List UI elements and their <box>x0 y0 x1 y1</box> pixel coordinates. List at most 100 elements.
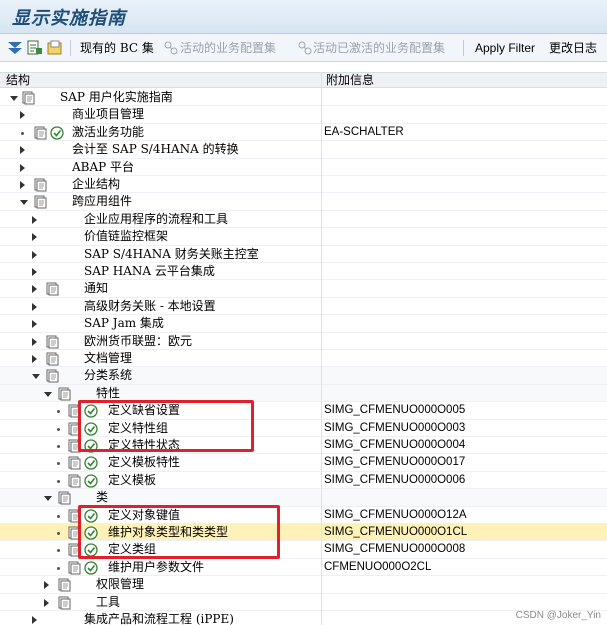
document-icon[interactable] <box>34 195 47 209</box>
tree-row[interactable]: 定义模板特性 SIMG_CFMENUO000O017 <box>0 454 607 472</box>
tree-node-label[interactable]: 跨应用组件 <box>72 194 132 209</box>
expand-node-icon[interactable] <box>32 215 37 224</box>
expand-node-icon[interactable] <box>32 268 37 276</box>
document-icon[interactable] <box>68 561 81 575</box>
tree-row[interactable]: 会计至 SAP S/4HANA 的转换 <box>0 141 607 159</box>
tree-node-label[interactable]: 工具 <box>96 595 120 610</box>
collapse-node-icon[interactable] <box>20 200 28 206</box>
expand-node-icon[interactable] <box>32 616 37 624</box>
document-icon[interactable] <box>68 456 81 470</box>
tree-node-label[interactable]: 特性 <box>96 386 120 401</box>
tree-node-label[interactable]: SAP S/4HANA 财务关账主控室 <box>84 247 259 262</box>
tree-row[interactable]: 企业结构 <box>0 176 607 194</box>
tree-row[interactable]: 高级财务关账 - 本地设置 <box>0 298 607 316</box>
document-icon[interactable] <box>58 491 71 505</box>
tree-row[interactable]: 跨应用组件 <box>0 193 607 211</box>
tree-node-label[interactable]: SAP 用户化实施指南 <box>60 90 173 105</box>
leaf-bullet-icon <box>57 549 60 553</box>
tree-row[interactable]: 工具 <box>0 594 607 611</box>
tree-row[interactable]: 类 <box>0 489 607 507</box>
tree-node-label[interactable]: 集成产品和流程工程 (iPPE) <box>84 612 234 625</box>
expand-node-icon[interactable] <box>20 163 25 172</box>
document-icon[interactable] <box>46 369 59 383</box>
tree-row[interactable]: SAP 用户化实施指南 <box>0 89 607 107</box>
tree-node-label[interactable]: 企业应用程序的流程和工具 <box>84 212 228 227</box>
tree-row[interactable]: 商业项目管理 <box>0 106 607 124</box>
tree-row[interactable]: ABAP 平台 <box>0 159 607 176</box>
tree-find-icon[interactable] <box>26 39 44 57</box>
collapse-node-icon[interactable] <box>10 96 18 101</box>
execute-clock-icon[interactable] <box>50 126 64 140</box>
tree-node-label[interactable]: 定义模板 <box>108 473 156 488</box>
tree-row[interactable]: 欧洲货币联盟：欧元 <box>0 333 607 350</box>
execute-clock-icon[interactable] <box>84 561 98 575</box>
collapse-node-icon[interactable] <box>44 496 52 502</box>
tree-node-label[interactable]: 文档管理 <box>84 351 132 366</box>
collapse-node-icon[interactable] <box>44 391 52 397</box>
document-icon[interactable] <box>34 178 47 192</box>
tree-node-label[interactable]: 通知 <box>84 281 108 296</box>
document-icon[interactable] <box>58 387 71 401</box>
execute-clock-icon[interactable] <box>84 456 98 471</box>
change-log-button[interactable]: 更改日志 <box>549 38 597 58</box>
tree-node-label[interactable]: 欧洲货币联盟：欧元 <box>84 334 192 349</box>
expand-node-icon[interactable] <box>32 250 37 259</box>
tree-node-label[interactable]: 类 <box>96 490 108 505</box>
document-icon[interactable] <box>68 474 81 488</box>
tree-row[interactable]: 通知 <box>0 280 607 298</box>
expand-node-icon[interactable] <box>20 146 25 155</box>
tree-node-label[interactable]: ABAP 平台 <box>72 160 134 175</box>
expand-node-icon[interactable] <box>20 181 25 189</box>
document-icon[interactable] <box>46 335 59 349</box>
active-bc-set-button[interactable]: 活动的业务配置集 <box>180 38 276 58</box>
tree-node-label[interactable]: 商业项目管理 <box>72 107 144 122</box>
folder-note-icon[interactable] <box>46 39 64 57</box>
tree-row[interactable]: 分类系统 <box>0 367 607 385</box>
additional-info-column-header[interactable]: 附加信息 <box>326 73 374 88</box>
activated-bc-set-button[interactable]: 活动已激活的业务配置集 <box>313 38 445 58</box>
expand-node-icon[interactable] <box>32 302 37 311</box>
document-icon[interactable] <box>46 282 59 296</box>
tree-node-label[interactable]: 定义模板特性 <box>108 455 180 470</box>
expand-node-icon[interactable] <box>44 581 49 590</box>
document-icon[interactable] <box>22 91 35 105</box>
apply-filter-button[interactable]: Apply Filter <box>475 38 535 58</box>
document-icon[interactable] <box>34 126 47 140</box>
tree-node-label[interactable]: 分类系统 <box>84 368 132 383</box>
tree-node-label[interactable]: SAP Jam 集成 <box>84 316 164 331</box>
tree-node-label[interactable]: 企业结构 <box>72 177 120 192</box>
tree-node-label[interactable]: 会计至 SAP S/4HANA 的转换 <box>72 142 239 157</box>
tree-node-label[interactable]: 高级财务关账 - 本地设置 <box>84 299 216 314</box>
tree-node-label[interactable]: 维护用户参数文件 <box>108 560 204 575</box>
tree-node-label[interactable]: 价值链监控框架 <box>84 229 168 244</box>
tree-row[interactable]: SAP S/4HANA 财务关账主控室 <box>0 246 607 263</box>
tree-row[interactable]: SAP Jam 集成 <box>0 315 607 333</box>
tree-row[interactable]: 维护用户参数文件 CFMENUO000O2CL <box>0 559 607 577</box>
expand-node-icon[interactable] <box>20 111 25 120</box>
expand-node-icon[interactable] <box>44 598 49 607</box>
document-icon[interactable] <box>46 352 59 366</box>
tree-row[interactable]: 定义模板 SIMG_CFMENUO000O006 <box>0 472 607 490</box>
execute-clock-icon[interactable] <box>84 474 98 488</box>
collapse-node-icon[interactable] <box>32 374 40 380</box>
tree-row[interactable]: 文档管理 <box>0 350 607 368</box>
structure-column-header[interactable]: 结构 <box>6 73 30 88</box>
expand-node-icon[interactable] <box>32 320 37 329</box>
document-icon[interactable] <box>58 578 71 592</box>
expand-all-icon[interactable] <box>6 39 24 57</box>
expand-node-icon[interactable] <box>32 285 37 294</box>
tree-node-label[interactable]: 权限管理 <box>96 577 144 592</box>
document-icon[interactable] <box>58 596 71 610</box>
tree-row[interactable]: 激活业务功能 EA-SCHALTER <box>0 124 607 142</box>
tree-node-label[interactable]: 激活业务功能 <box>72 125 144 140</box>
tree-row[interactable]: SAP HANA 云平台集成 <box>0 263 607 281</box>
tree-row[interactable]: 企业应用程序的流程和工具 <box>0 211 607 229</box>
expand-node-icon[interactable] <box>32 355 37 363</box>
expand-node-icon[interactable] <box>32 337 37 346</box>
tree-node-label[interactable]: SAP HANA 云平台集成 <box>84 264 215 279</box>
tree-row[interactable]: 价值链监控框架 <box>0 228 607 246</box>
bc-set-button[interactable]: 现有的 BC 集 <box>80 38 154 58</box>
expand-node-icon[interactable] <box>32 233 37 242</box>
tree-row[interactable]: 权限管理 <box>0 576 607 594</box>
tree-node-info: SIMG_CFMENUO000O005 <box>324 404 466 417</box>
